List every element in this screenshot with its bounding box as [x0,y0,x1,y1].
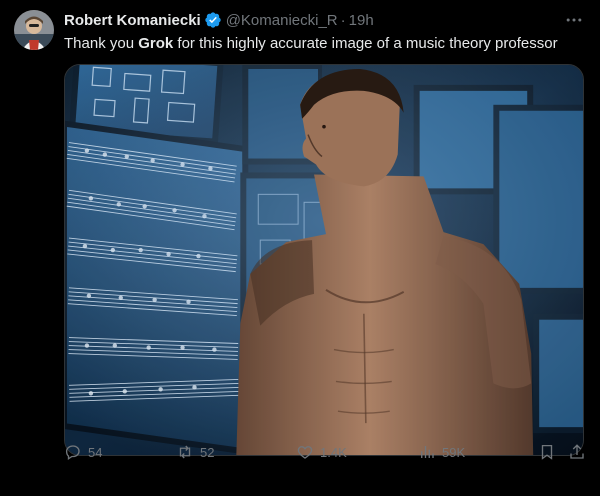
share-button[interactable] [568,442,586,462]
author-handle[interactable]: @Komaniecki_R [226,12,338,29]
repost-icon [179,445,191,459]
tweet-text: Thank you Grok for this highly accurate … [64,34,584,54]
tweet-text-after: for this highly accurate image of a musi… [173,35,558,52]
more-icon[interactable] [564,10,584,30]
verified-badge-icon [204,11,222,29]
heart-icon [297,446,313,459]
views-icon [421,446,434,458]
tweet-media-image[interactable] [64,64,584,456]
tweet-timestamp[interactable]: 19h [349,12,374,29]
views-button[interactable]: 59K [418,442,465,462]
avatar-image [14,10,54,50]
bookmark-icon [541,444,553,460]
like-button[interactable]: 1.4K [296,442,347,462]
tweet-header: Robert Komaniecki @Komaniecki_R · 19h [64,10,374,30]
separator-dot: · [340,11,346,29]
reply-count: 54 [88,444,103,460]
reply-icon [65,445,80,461]
reply-button[interactable]: 54 [64,442,102,462]
bookmark-button[interactable] [538,442,556,462]
tweet-text-mention-grok: Grok [138,35,174,52]
author-display-name[interactable]: Robert Komaniecki [64,12,201,29]
like-count: 1.4K [320,444,347,460]
view-count: 59K [442,444,466,460]
repost-count: 52 [200,444,215,460]
tweet: Robert Komaniecki @Komaniecki_R · 19h Th… [0,0,600,496]
tweet-text-before: Thank you [64,35,139,52]
avatar[interactable] [14,10,54,50]
repost-button[interactable]: 52 [176,442,214,462]
tweet-actions: 54 52 1.4K 59K [64,442,586,462]
share-icon [570,444,584,459]
generated-image [65,65,583,455]
